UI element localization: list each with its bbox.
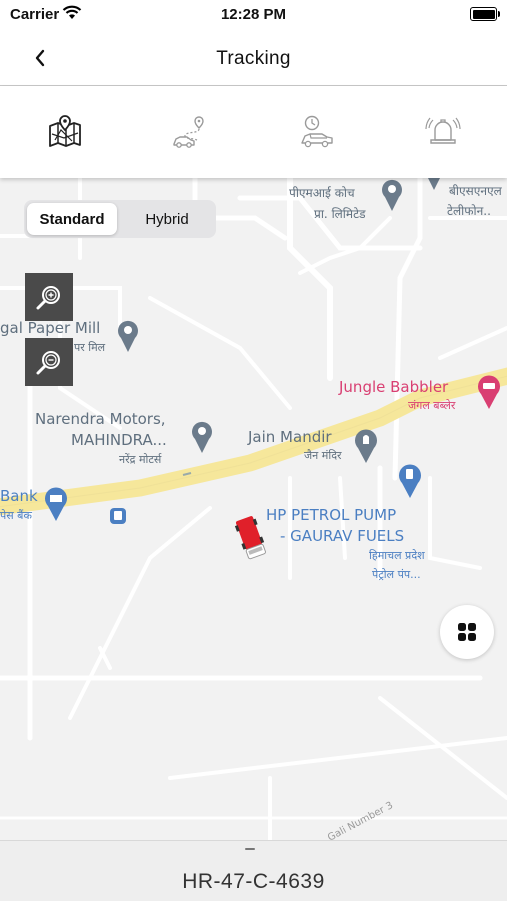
map-view[interactable]: पीएमआई कोच प्रा. लिमिटेड बीएसएनएल टेलीफो…: [0, 178, 507, 840]
hybrid-map-option[interactable]: Hybrid: [122, 203, 212, 235]
drag-handle[interactable]: [245, 848, 255, 850]
standard-map-option[interactable]: Standard: [27, 203, 117, 235]
status-bar: Carrier 12:28 PM: [0, 0, 507, 30]
map-label: पेट्रोल पंप...: [372, 568, 421, 581]
grid-icon: [458, 623, 476, 641]
tracking-tab-strip: [0, 86, 507, 178]
map-label: टेलीफोन..: [447, 204, 491, 218]
map-label: जैन मंदिर: [304, 449, 342, 462]
car-clock-icon: [301, 115, 333, 148]
tab-route[interactable]: [128, 86, 254, 178]
page-title: Tracking: [216, 48, 291, 69]
zoom-in-icon: [36, 286, 60, 310]
zoom-in-button[interactable]: [25, 273, 73, 321]
map-label: Jungle Babbler: [339, 378, 449, 396]
tab-alerts[interactable]: [380, 86, 506, 178]
poi-pin-pmi: [382, 179, 402, 211]
poi-pin-hp: [399, 464, 421, 498]
map-label: प्रा. लिमिटेड: [314, 207, 366, 221]
vehicle-marker[interactable]: [232, 512, 272, 564]
vehicle-number: HR-47-C-4639: [182, 870, 325, 893]
zoom-out-icon: [36, 351, 60, 375]
map-label: Jain Mandir: [248, 428, 332, 446]
poi-pin-jain-mandir: [355, 429, 377, 463]
map-label: पेस बैंक: [0, 509, 32, 522]
map-label: जंगल बब्लेर: [408, 399, 456, 412]
poi-pin-paper-mill: [118, 320, 138, 352]
vehicle-bottom-sheet[interactable]: HR-47-C-4639: [0, 840, 507, 901]
map-label: Bank: [0, 487, 38, 505]
poi-pin-jungle-babbler: [478, 375, 500, 409]
clock: 12:28 PM: [220, 6, 287, 23]
zoom-out-button[interactable]: [25, 338, 73, 386]
map-type-segmented-control: Standard Hybrid: [24, 200, 216, 238]
map-label: पर मिल: [74, 341, 106, 354]
map-base: [0, 178, 507, 840]
map-label: Narendra Motors,: [35, 410, 166, 428]
navigation-bar: Tracking: [0, 30, 507, 86]
poi-pin-bank: [45, 487, 67, 521]
map-label: नरेंद्र मोटर्स: [119, 453, 162, 466]
bus-stop-icon: [110, 508, 126, 524]
map-layers-button[interactable]: [440, 605, 494, 659]
battery-icon: [470, 7, 500, 21]
route-car-icon: [173, 116, 204, 148]
map-label: बीएसएनएल: [449, 184, 502, 198]
poi-pin-narendra: [192, 421, 212, 453]
map-label: हिमाचल प्रदेश: [369, 549, 425, 562]
map-label: gal Paper Mill: [0, 319, 101, 337]
poi-pin-bsnl: [428, 178, 440, 190]
bell-alert-icon: [425, 117, 461, 144]
tab-map[interactable]: [2, 86, 128, 178]
map-label: MAHINDRA...: [71, 431, 167, 449]
map-icon: [49, 115, 81, 147]
map-label: पीएमआई कोच: [289, 186, 355, 200]
map-label: - GAURAV FUELS: [280, 527, 405, 545]
tab-history[interactable]: [254, 86, 380, 178]
map-label: HP PETROL PUMP: [266, 506, 397, 524]
